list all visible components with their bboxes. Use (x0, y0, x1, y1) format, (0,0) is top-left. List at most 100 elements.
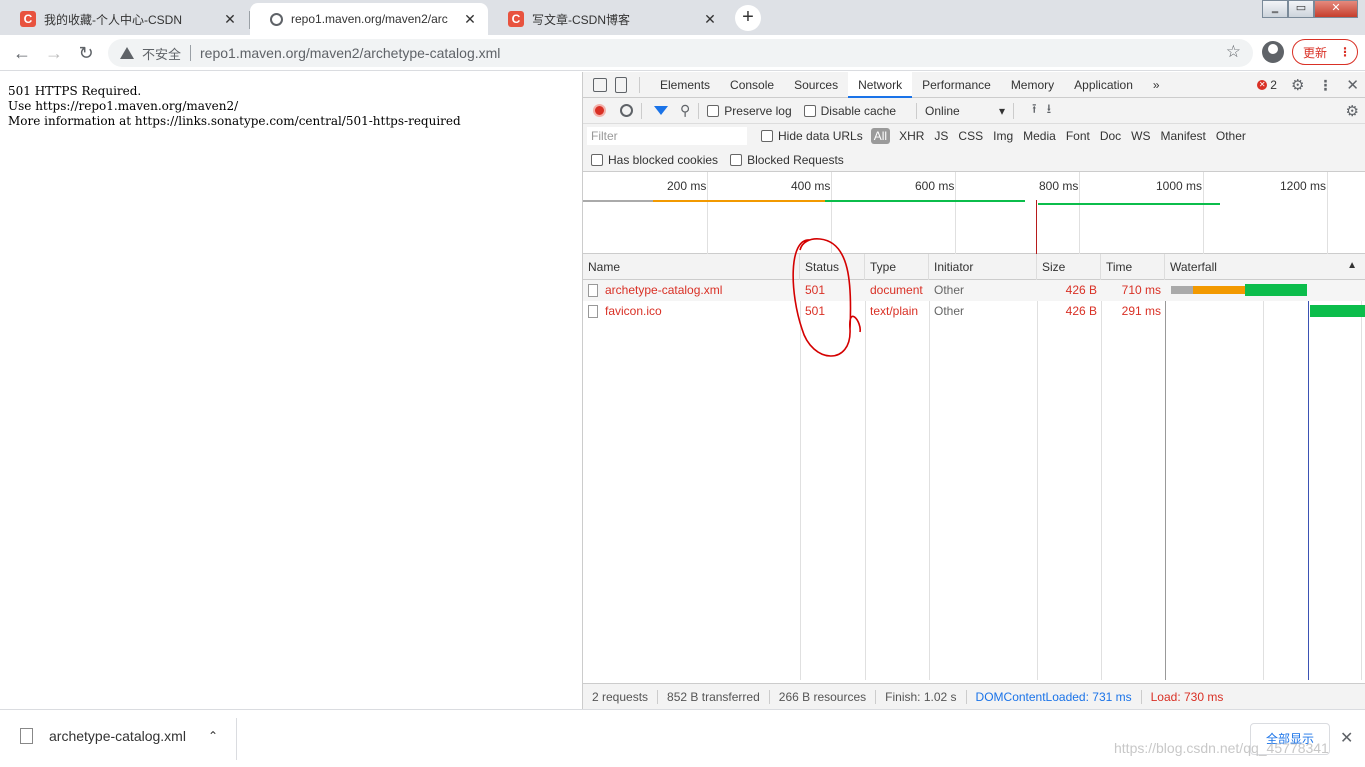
type-filter-ws[interactable]: WS (1126, 129, 1155, 143)
csdn-favicon-icon: C (20, 11, 36, 27)
export-har-icon[interactable]: ⭳ (1047, 100, 1052, 122)
minimize-button[interactable]: ‗ (1262, 0, 1288, 18)
document-icon (588, 284, 598, 298)
forward-arrow-icon[interactable]: → (42, 41, 66, 65)
update-button[interactable]: 更新 ⋮ (1292, 39, 1358, 65)
inspect-element-icon[interactable] (593, 77, 607, 92)
checkbox-box[interactable] (707, 104, 720, 117)
tab-memory[interactable]: Memory (1001, 72, 1064, 98)
column-waterfall[interactable]: Waterfall (1165, 254, 1365, 280)
tab-sources[interactable]: Sources (784, 72, 848, 98)
waterfall-queue-bar (1171, 286, 1193, 294)
settings-gear-icon[interactable]: ⚙ (1291, 76, 1304, 94)
toolbar-divider (698, 102, 700, 119)
type-filter-css[interactable]: CSS (953, 129, 988, 143)
search-icon[interactable]: ⚲ (680, 102, 690, 119)
filter-funnel-icon[interactable] (654, 106, 668, 115)
hide-data-urls-label: Hide data URLs (778, 129, 863, 143)
profile-avatar-icon[interactable] (1262, 41, 1284, 63)
overview-bar-download (825, 200, 1025, 202)
disable-cache-checkbox[interactable]: Disable cache (803, 104, 896, 118)
table-row[interactable]: archetype-catalog.xml 501 document Other… (583, 280, 1365, 301)
request-type: document (870, 283, 923, 297)
type-filter-js[interactable]: JS (929, 129, 953, 143)
not-secure-label[interactable]: 不安全 (142, 44, 181, 63)
type-filter-other[interactable]: Other (1211, 129, 1251, 143)
dom-content-loaded-time: DOMContentLoaded: 731 ms (967, 689, 1142, 704)
close-tab-icon[interactable]: ✕ (702, 11, 718, 28)
clear-icon[interactable] (620, 104, 633, 117)
tab-performance[interactable]: Performance (912, 72, 1001, 98)
overview-tick: 1000 ms (1156, 179, 1203, 193)
type-filter-doc[interactable]: Doc (1095, 129, 1126, 143)
overview-tick: 200 ms (667, 179, 707, 193)
bookmark-star-icon[interactable]: ☆ (1226, 42, 1241, 62)
table-row[interactable]: favicon.ico 501 text/plain Other 426 B 2… (583, 301, 1365, 322)
new-tab-button[interactable]: + (735, 5, 761, 31)
address-bar[interactable]: 不安全 repo1.maven.org/maven2/archetype-cat… (108, 39, 1253, 67)
request-name[interactable]: archetype-catalog.xml (583, 280, 800, 301)
tab-csdn-write[interactable]: C 写文章-CSDN博客 ✕ (488, 3, 728, 35)
network-overview-timeline[interactable]: 200 ms 400 ms 600 ms 800 ms 1000 ms 1200… (583, 172, 1365, 254)
device-toolbar-icon[interactable] (615, 76, 627, 93)
close-shelf-icon[interactable]: ✕ (1340, 728, 1353, 748)
column-type[interactable]: Type (865, 254, 929, 280)
dom-content-loaded-marker (1308, 280, 1309, 680)
more-tabs-icon[interactable]: » (1143, 72, 1170, 98)
tab-network[interactable]: Network (848, 71, 913, 98)
network-status-bar: 2 requests 852 B transferred 266 B resou… (583, 683, 1365, 709)
window-close-button[interactable]: ✕ (1314, 0, 1358, 18)
tab-maven-repo[interactable]: repo1.maven.org/maven2/arc ✕ (250, 3, 488, 35)
reload-icon[interactable]: ↻ (74, 41, 98, 65)
document-icon (588, 305, 598, 319)
has-blocked-cookies-label: Has blocked cookies (608, 152, 719, 167)
maximize-button[interactable]: ▭ (1288, 0, 1314, 18)
back-arrow-icon[interactable]: ← (10, 41, 34, 65)
type-filter-media[interactable]: Media (1018, 129, 1061, 143)
waterfall-download-bar (1245, 284, 1307, 296)
tab-console[interactable]: Console (720, 72, 784, 98)
filter-input[interactable]: Filter (587, 127, 747, 145)
overview-gridline (1203, 172, 1204, 254)
network-settings-gear-icon[interactable]: ⚙ (1346, 102, 1359, 120)
blocked-requests-checkbox[interactable]: Blocked Requests (730, 153, 844, 167)
watermark-text: https://blog.csdn.net/qq_45778341 (1114, 740, 1329, 756)
url-text[interactable]: repo1.maven.org/maven2/archetype-catalog… (200, 45, 500, 61)
tab-application[interactable]: Application (1064, 72, 1143, 98)
close-tab-icon[interactable]: ✕ (462, 11, 478, 28)
chevron-up-icon[interactable]: ⌃ (208, 729, 218, 743)
error-line-2: Use https://repo1.maven.org/maven2/ (8, 99, 239, 113)
has-blocked-cookies-checkbox[interactable]: Has blocked cookies (591, 153, 718, 167)
download-item[interactable]: archetype-catalog.xml ⌃ (20, 728, 218, 744)
request-name[interactable]: favicon.ico (583, 301, 800, 322)
filter-bar: Filter Hide data URLs All XHR JS CSS Img… (583, 124, 1365, 148)
preserve-log-checkbox[interactable]: Preserve log (707, 103, 792, 118)
column-name[interactable]: Name (583, 254, 800, 280)
tab-csdn-favorites[interactable]: C 我的收藏-个人中心-CSDN ✕ (0, 3, 248, 35)
checkbox-box[interactable] (761, 130, 773, 142)
throttling-select[interactable]: Online ▾ (925, 104, 1005, 118)
checkbox-box[interactable] (591, 153, 603, 166)
import-har-icon[interactable]: ⭱ (1032, 100, 1037, 122)
sort-ascending-icon[interactable]: ▲ (1347, 260, 1357, 271)
column-time[interactable]: Time (1101, 254, 1165, 280)
record-icon[interactable] (593, 104, 606, 117)
type-filter-manifest[interactable]: Manifest (1156, 129, 1211, 143)
column-initiator[interactable]: Initiator (929, 254, 1037, 280)
checkbox-box[interactable] (730, 153, 743, 166)
type-filter-img[interactable]: Img (988, 129, 1018, 143)
hide-data-urls-checkbox[interactable]: Hide data URLs (761, 129, 863, 143)
warning-icon[interactable] (120, 47, 134, 59)
type-filter-font[interactable]: Font (1061, 129, 1095, 143)
preserve-log-label: Preserve log (724, 103, 792, 118)
error-badge[interactable]: ✕ 2 (1257, 78, 1277, 92)
close-devtools-icon[interactable]: ✕ (1346, 76, 1359, 94)
tab-elements[interactable]: Elements (650, 72, 720, 98)
close-tab-icon[interactable]: ✕ (222, 11, 238, 28)
type-filter-all[interactable]: All (870, 128, 891, 144)
checkbox-box[interactable] (803, 104, 816, 117)
more-options-icon[interactable]: ⋮ (1318, 77, 1332, 94)
type-filter-xhr[interactable]: XHR (894, 129, 929, 143)
tab-title: repo1.maven.org/maven2/arc (291, 12, 448, 26)
column-size[interactable]: Size (1037, 254, 1101, 280)
